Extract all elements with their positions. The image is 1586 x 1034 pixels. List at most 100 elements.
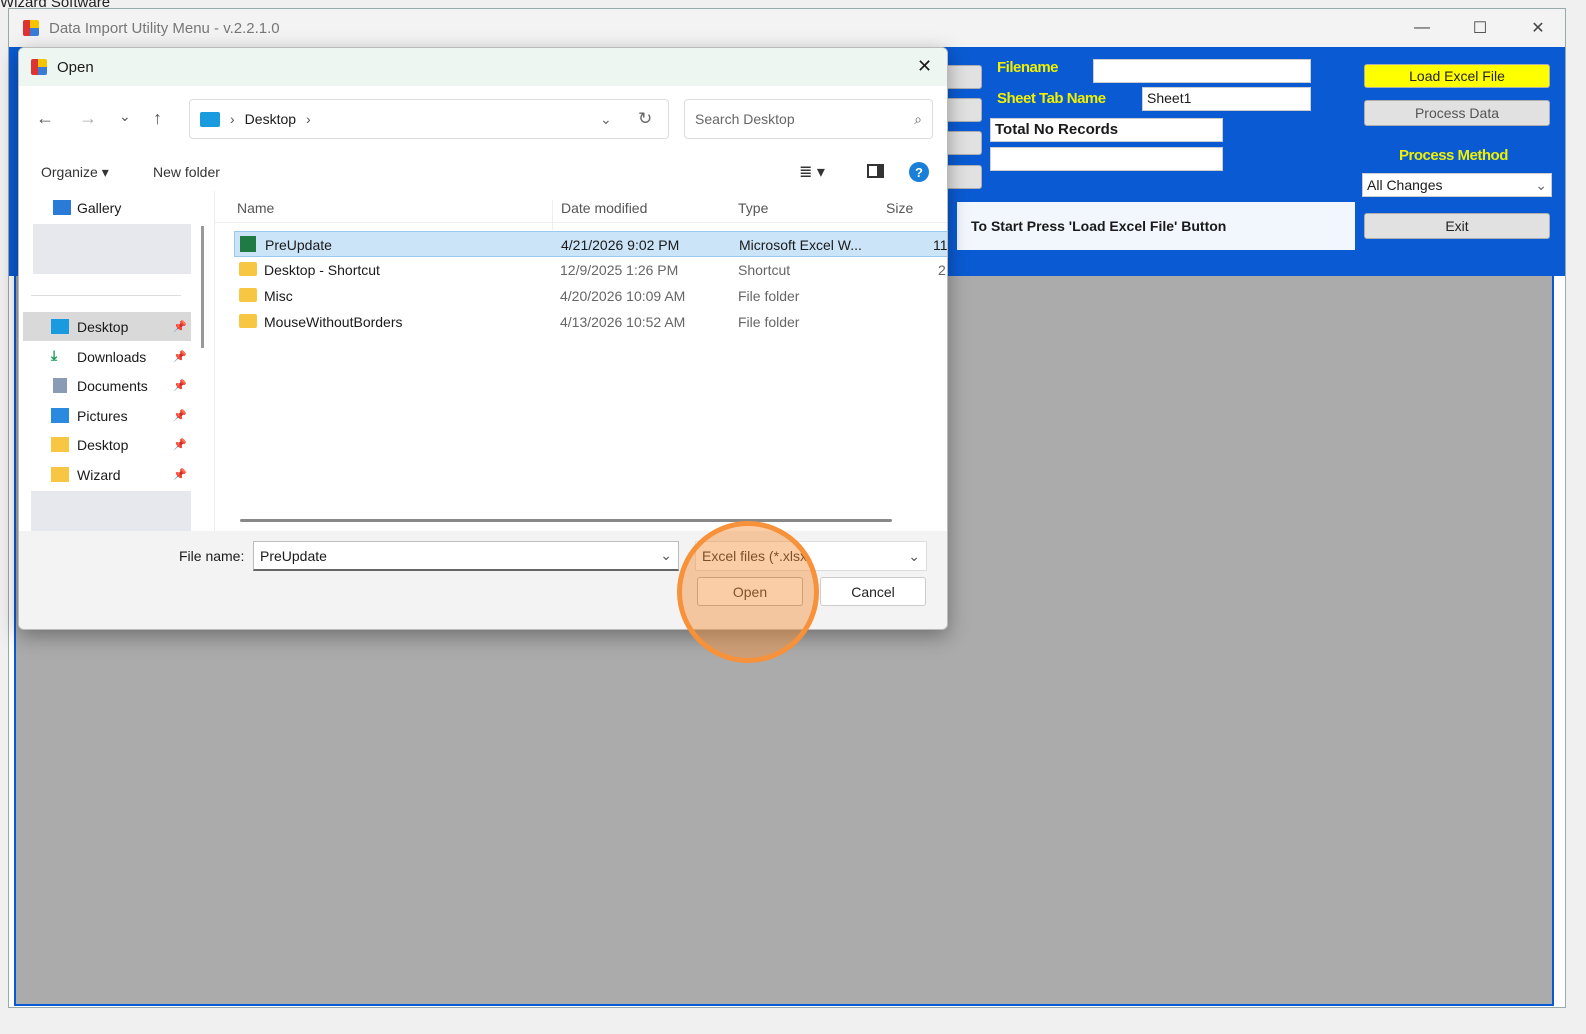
process-method-value: All Changes (1367, 177, 1443, 193)
file-type: File folder (738, 314, 800, 330)
file-date: 4/13/2026 10:52 AM (560, 314, 686, 330)
status-message: To Start Press 'Load Excel File' Button (957, 202, 1355, 250)
pin-icon: 📌 (173, 469, 187, 481)
download-icon: ⤓ (51, 347, 58, 363)
shortcut-icon (239, 262, 257, 276)
file-type: Microsoft Excel W... (739, 237, 862, 253)
minimize-button[interactable]: — (1399, 9, 1445, 47)
process-data-button[interactable]: Process Data (1364, 100, 1550, 126)
pin-icon: 📌 (173, 321, 187, 333)
file-type: Shortcut (738, 262, 791, 278)
folder-icon (239, 314, 257, 328)
help-icon[interactable]: ? (909, 162, 929, 182)
column-type[interactable]: Type (738, 200, 768, 216)
file-name: PreUpdate (265, 237, 332, 253)
divider (31, 295, 181, 296)
file-name: MouseWithoutBorders (264, 314, 403, 330)
file-type: File folder (738, 288, 800, 304)
load-excel-button[interactable]: Load Excel File (1364, 64, 1550, 88)
refresh-icon[interactable]: ↻ (638, 109, 652, 129)
file-row[interactable]: Misc 4/20/2026 10:09 AM File folder (234, 283, 947, 309)
file-size: 11 (933, 237, 948, 253)
file-name-value: PreUpdate (260, 547, 327, 564)
file-name-label: File name: (179, 548, 245, 564)
sidebar-scrollbar[interactable] (201, 226, 204, 348)
file-row[interactable]: PreUpdate 4/21/2026 9:02 PM Microsoft Ex… (234, 231, 948, 257)
sheet-tab-input[interactable]: Sheet1 (1142, 87, 1311, 111)
organize-label: Organize (41, 164, 98, 180)
recent-chevron-icon[interactable]: ⌄ (119, 108, 131, 125)
pin-icon: 📌 (173, 410, 187, 422)
file-row[interactable]: Desktop - Shortcut 12/9/2025 1:26 PM Sho… (234, 257, 947, 283)
address-bar[interactable]: › Desktop › ⌄ ↻ (189, 99, 669, 139)
search-input[interactable]: Search Desktop ⌕ (684, 99, 933, 139)
chevron-down-icon: ⌄ (1535, 176, 1547, 193)
pictures-icon (51, 408, 69, 423)
click-highlight-circle (677, 521, 819, 663)
gallery-thumbnails (33, 224, 191, 274)
chevron-down-icon[interactable]: ⌄ (660, 547, 672, 564)
desktop-icon (200, 111, 220, 127)
side-button[interactable] (944, 65, 982, 89)
documents-icon (53, 378, 67, 393)
filename-label: Filename (997, 59, 1059, 76)
search-placeholder: Search Desktop (695, 111, 795, 127)
maximize-button[interactable]: ☐ (1457, 9, 1503, 47)
sidebar-item-desktop[interactable]: Desktop 📌 (23, 312, 191, 341)
dialog-title-bar: Open (19, 48, 947, 86)
back-arrow-icon[interactable]: ← (36, 108, 54, 129)
excel-file-icon (240, 236, 256, 252)
desktop-icon (51, 319, 69, 334)
sidebar-item-pictures[interactable]: Pictures 📌 (23, 401, 191, 430)
file-name-input[interactable]: PreUpdate ⌄ (253, 541, 679, 571)
dialog-title: Open (57, 58, 94, 76)
sidebar-item-gallery[interactable]: Gallery (23, 193, 191, 222)
up-arrow-icon[interactable]: ↑ (153, 108, 162, 129)
file-row[interactable]: MouseWithoutBorders 4/13/2026 10:52 AM F… (234, 309, 947, 335)
pin-icon: 📌 (173, 380, 187, 392)
pin-icon: 📌 (173, 351, 187, 363)
sidebar-thumbnails (31, 491, 191, 531)
column-name[interactable]: Name (237, 200, 274, 216)
horizontal-scrollbar[interactable] (240, 519, 892, 522)
new-folder-button[interactable]: New folder (153, 164, 220, 180)
total-records-value (990, 147, 1223, 171)
file-date: 4/20/2026 10:09 AM (560, 288, 686, 304)
address-dropdown-icon[interactable]: ⌄ (600, 111, 612, 128)
sidebar-item-wizard[interactable]: Wizard 📌 (23, 460, 191, 489)
total-records-label: Total No Records (990, 118, 1223, 142)
side-button[interactable] (944, 165, 982, 189)
pin-icon: 📌 (173, 439, 187, 451)
breadcrumb-desktop[interactable]: Desktop (245, 111, 296, 127)
app-icon (31, 59, 47, 75)
sidebar-item-desktop-folder[interactable]: Desktop 📌 (23, 430, 191, 459)
column-date[interactable]: Date modified (552, 200, 647, 230)
app-icon (23, 20, 39, 36)
forward-arrow-icon[interactable]: → (79, 108, 97, 129)
file-date: 12/9/2025 1:26 PM (560, 262, 679, 278)
dialog-close-icon[interactable]: ✕ (917, 56, 932, 77)
organize-menu[interactable]: Organize ▾ (41, 164, 109, 181)
view-options-icon[interactable]: ≣ ▾ (799, 162, 825, 182)
chevron-down-icon: ⌄ (908, 547, 920, 564)
folder-icon (51, 467, 69, 482)
file-name: Misc (264, 288, 293, 304)
main-title-bar: Data Import Utility Menu - v.2.2.1.0 (9, 9, 1565, 47)
folder-icon (51, 437, 69, 452)
open-file-dialog: Open ✕ ← → ⌄ ↑ › Desktop › ⌄ ↻ Search De… (18, 47, 948, 630)
filename-input[interactable] (1093, 59, 1311, 83)
process-method-select[interactable]: All Changes ⌄ (1362, 173, 1552, 197)
file-date: 4/21/2026 9:02 PM (561, 237, 680, 253)
exit-button[interactable]: Exit (1364, 213, 1550, 239)
side-button[interactable] (944, 131, 982, 155)
gallery-icon (53, 200, 71, 215)
cancel-button[interactable]: Cancel (820, 577, 926, 606)
side-button[interactable] (944, 98, 982, 122)
sidebar-item-documents[interactable]: Documents 📌 (23, 371, 191, 400)
process-method-label: Process Method (1399, 147, 1508, 164)
main-title: Data Import Utility Menu - v.2.2.1.0 (49, 19, 280, 37)
close-button[interactable]: ✕ (1515, 9, 1561, 47)
column-size[interactable]: Size (886, 200, 913, 216)
sidebar-item-downloads[interactable]: ⤓ Downloads 📌 (23, 342, 191, 371)
preview-pane-icon[interactable] (867, 164, 884, 178)
